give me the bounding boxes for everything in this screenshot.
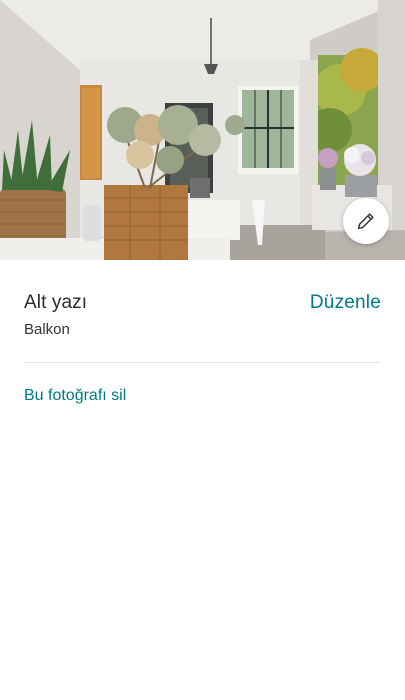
caption-value: Balkon	[24, 321, 70, 338]
balcony-photo	[0, 0, 405, 260]
caption-header: Alt yazı Düzenle	[24, 288, 381, 318]
divider	[24, 362, 381, 363]
pencil-icon	[357, 213, 374, 230]
edit-photo-button[interactable]	[343, 198, 389, 244]
edit-caption-link[interactable]: Düzenle	[310, 292, 381, 314]
photo-detail-screen: Alt yazı Düzenle Balkon Bu fotoğrafı sil	[0, 0, 405, 700]
caption-label: Alt yazı	[24, 292, 88, 313]
delete-photo-link[interactable]: Bu fotoğrafı sil	[24, 387, 126, 405]
